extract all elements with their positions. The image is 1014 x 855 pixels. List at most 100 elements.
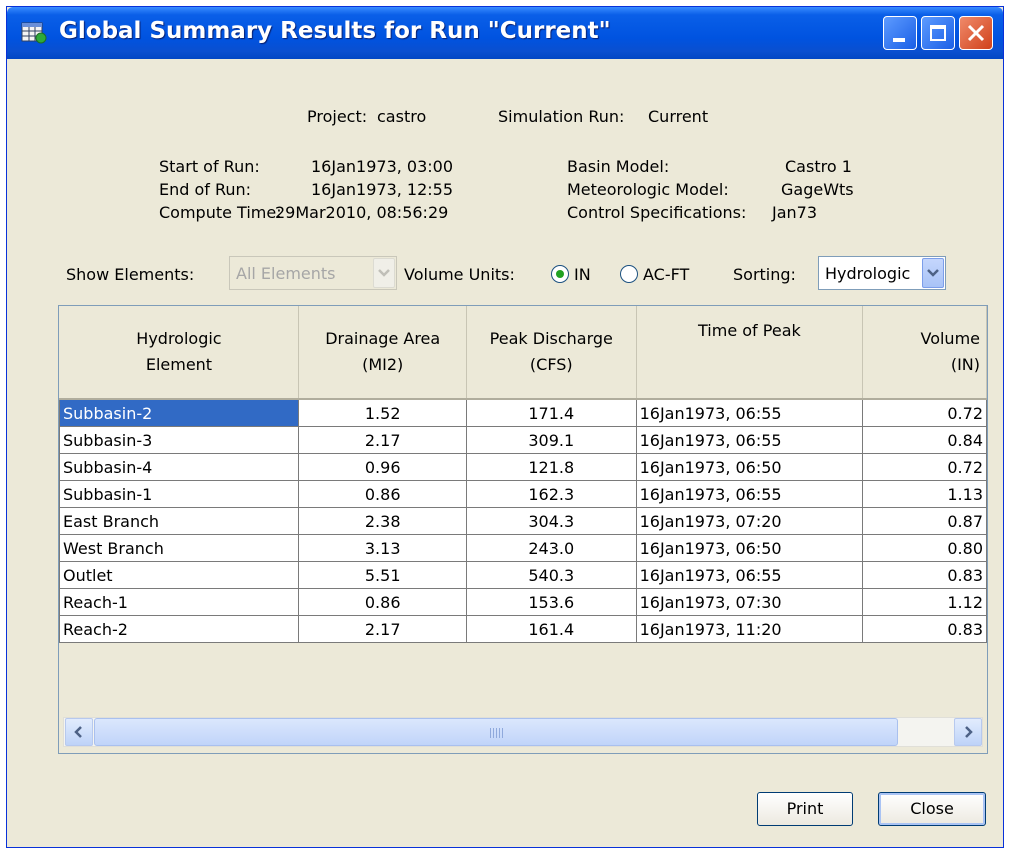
results-table-container: Hydrologic Element Drainage Area (MI2) Pea…: [58, 305, 988, 754]
table-cell[interactable]: 16Jan1973, 06:55: [635, 561, 864, 589]
volume-acft-label[interactable]: AC-FT: [643, 265, 689, 284]
close-button[interactable]: Close: [878, 792, 986, 826]
table-cell[interactable]: 0.72: [862, 453, 987, 481]
table-row[interactable]: Subbasin-4 0.96 121.8 16Jan1973, 06:50 0.72: [59, 453, 987, 481]
table-cell[interactable]: 2.38: [298, 507, 467, 535]
table-cell[interactable]: 1.52: [298, 398, 467, 427]
table-cell[interactable]: 540.3: [465, 561, 637, 589]
show-elements-dropdown-button[interactable]: [373, 258, 395, 288]
simulation-run-value: Current: [648, 107, 709, 126]
table-cell[interactable]: 16Jan1973, 06:50: [635, 534, 864, 562]
print-button[interactable]: Print: [757, 792, 853, 826]
table-cell[interactable]: 161.4: [465, 615, 637, 643]
control-specifications-label: Control Specifications:: [567, 203, 747, 222]
table-cell[interactable]: 16Jan1973, 06:50: [635, 453, 864, 481]
sorting-label: Sorting:: [733, 265, 796, 284]
table-row[interactable]: Reach-1 0.86 153.6 16Jan1973, 07:30 1.12: [59, 588, 987, 616]
meteorologic-model-label: Meteorologic Model:: [567, 180, 729, 199]
table-row[interactable]: Reach-2 2.17 161.4 16Jan1973, 11:20 0.83: [59, 615, 987, 643]
table-cell[interactable]: 0.87: [862, 507, 987, 535]
column-header[interactable]: Time of Peak: [636, 306, 864, 400]
table-row[interactable]: Outlet 5.51 540.3 16Jan1973, 06:55 0.83: [59, 561, 987, 589]
table-cell[interactable]: 0.80: [862, 534, 987, 562]
table-cell[interactable]: 2.17: [298, 426, 467, 454]
table-cell[interactable]: 16Jan1973, 06:55: [635, 426, 864, 454]
sorting-value: Hydrologic: [825, 264, 911, 283]
table-cell[interactable]: Subbasin-2: [59, 398, 300, 427]
column-header[interactable]: Peak Discharge (CFS): [466, 306, 637, 400]
window-title: Global Summary Results for Run "Current": [59, 18, 611, 44]
chevron-down-icon: [927, 269, 939, 277]
table-cell[interactable]: 5.51: [298, 561, 467, 589]
app-table-icon: [21, 22, 47, 44]
table-cell[interactable]: 16Jan1973, 07:30: [635, 588, 864, 616]
show-elements-select[interactable]: All Elements: [229, 256, 397, 290]
table-row[interactable]: Subbasin-2 1.52 171.4 16Jan1973, 06:55 0.72: [59, 398, 987, 427]
table-cell[interactable]: Subbasin-3: [59, 426, 300, 454]
project-label: Project:: [307, 107, 368, 126]
table-cell[interactable]: 2.17: [298, 615, 467, 643]
table-cell[interactable]: 0.83: [862, 561, 987, 589]
table-cell[interactable]: 3.13: [298, 534, 467, 562]
table-cell[interactable]: 1.12: [862, 588, 987, 616]
meteorologic-model-value: GageWts: [781, 180, 854, 199]
sorting-select[interactable]: Hydrologic: [818, 256, 946, 290]
table-cell[interactable]: 0.86: [298, 480, 467, 508]
arrow-left-icon: [74, 726, 82, 738]
column-header[interactable]: Drainage Area (MI2): [298, 306, 467, 400]
table-cell[interactable]: 304.3: [465, 507, 637, 535]
table-cell[interactable]: 0.96: [298, 453, 467, 481]
table-header-row: Hydrologic Element Drainage Area (MI2) Pea…: [59, 306, 987, 400]
table-cell[interactable]: Outlet: [59, 561, 300, 589]
table-cell[interactable]: Reach-2: [59, 615, 300, 643]
horizontal-scrollbar[interactable]: [63, 717, 983, 747]
sorting-dropdown-button[interactable]: [922, 258, 944, 288]
table-cell[interactable]: Subbasin-1: [59, 480, 300, 508]
show-elements-value: All Elements: [236, 264, 336, 283]
table-cell[interactable]: Reach-1: [59, 588, 300, 616]
table-cell[interactable]: 309.1: [465, 426, 637, 454]
table-cell[interactable]: 1.13: [862, 480, 987, 508]
scrollbar-thumb[interactable]: [94, 718, 898, 746]
title-bar[interactable]: Global Summary Results for Run "Current": [7, 7, 1003, 59]
table-cell[interactable]: 0.83: [862, 615, 987, 643]
start-of-run-value: 16Jan1973, 03:00: [311, 157, 454, 176]
maximize-button[interactable]: [921, 16, 955, 50]
table-cell[interactable]: East Branch: [59, 507, 300, 535]
column-header[interactable]: Hydrologic Element: [59, 306, 300, 400]
table-cell[interactable]: 121.8: [465, 453, 637, 481]
project-value: castro: [377, 107, 427, 126]
control-specifications-value: Jan73: [772, 203, 818, 222]
scroll-left-button[interactable]: [65, 718, 93, 746]
table-row[interactable]: Subbasin-3 2.17 309.1 16Jan1973, 06:55 0.84: [59, 426, 987, 454]
chevron-down-icon: [378, 269, 390, 277]
table-row[interactable]: West Branch 3.13 243.0 16Jan1973, 06:50 0.80: [59, 534, 987, 562]
table-cell[interactable]: 16Jan1973, 06:55: [635, 480, 864, 508]
end-of-run-value: 16Jan1973, 12:55: [311, 180, 454, 199]
table-cell[interactable]: 162.3: [465, 480, 637, 508]
basin-model-label: Basin Model:: [567, 157, 670, 176]
table-cell[interactable]: 16Jan1973, 07:20: [635, 507, 864, 535]
table-cell[interactable]: 16Jan1973, 06:55: [635, 398, 864, 427]
volume-in-label[interactable]: IN: [574, 265, 591, 284]
scroll-right-button[interactable]: [954, 718, 982, 746]
minimize-icon: [893, 38, 905, 42]
table-cell[interactable]: 0.72: [862, 398, 987, 427]
table-cell[interactable]: 0.86: [298, 588, 467, 616]
table-cell[interactable]: Subbasin-4: [59, 453, 300, 481]
column-header[interactable]: Volume (IN): [862, 306, 987, 400]
volume-in-radio[interactable]: [551, 265, 569, 283]
close-window-button[interactable]: [959, 16, 993, 50]
volume-acft-radio[interactable]: [620, 265, 638, 283]
table-cell[interactable]: 153.6: [465, 588, 637, 616]
minimize-button[interactable]: [883, 16, 917, 50]
simulation-run-label: Simulation Run:: [498, 107, 625, 126]
table-cell[interactable]: 243.0: [465, 534, 637, 562]
table-row[interactable]: East Branch 2.38 304.3 16Jan1973, 07:20 0.87: [59, 507, 987, 535]
table-row[interactable]: Subbasin-1 0.86 162.3 16Jan1973, 06:55 1.13: [59, 480, 987, 508]
table-cell[interactable]: 16Jan1973, 11:20: [635, 615, 864, 643]
table-cell[interactable]: 171.4: [465, 398, 637, 427]
radio-selected-dot: [556, 270, 564, 278]
table-cell[interactable]: West Branch: [59, 534, 300, 562]
table-cell[interactable]: 0.84: [862, 426, 987, 454]
